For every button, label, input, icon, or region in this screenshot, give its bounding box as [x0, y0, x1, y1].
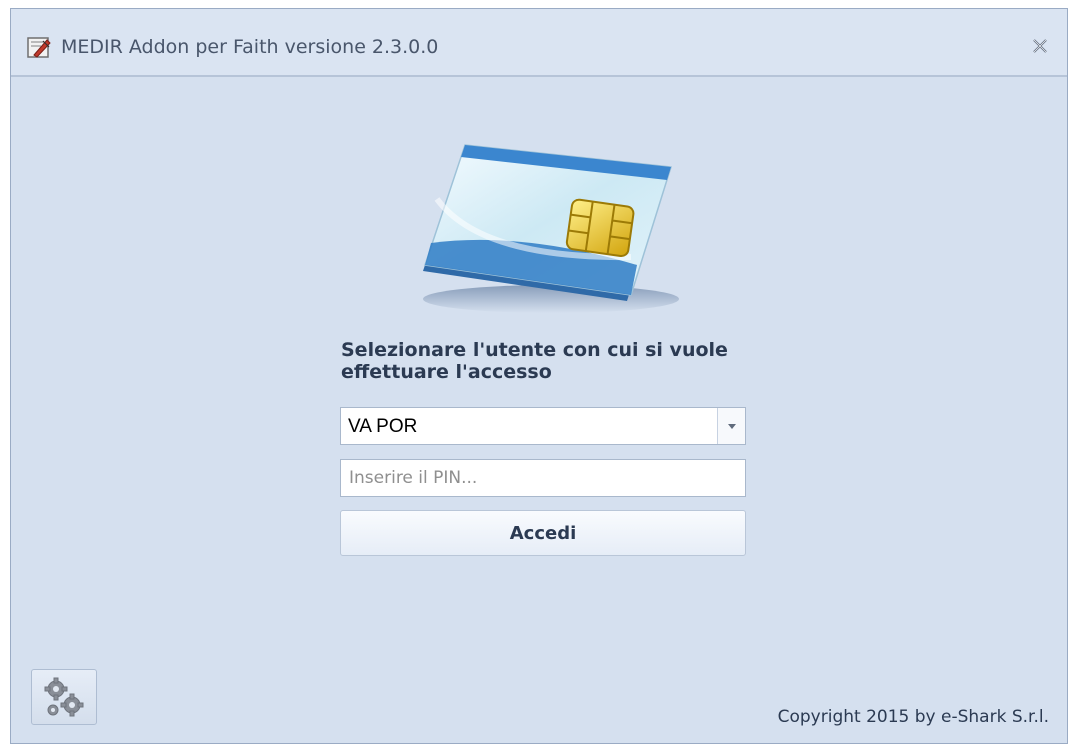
user-select-value: VA POR: [348, 416, 418, 437]
window-title: MEDIR Addon per Faith versione 2.3.0.0: [61, 36, 439, 58]
app-logo-icon: [27, 37, 51, 58]
gears-icon: [44, 677, 84, 717]
user-select[interactable]: VA POR: [340, 407, 746, 445]
chevron-down-icon: [728, 424, 736, 429]
copyright-text: Copyright 2015 by e-Shark S.r.l.: [777, 707, 1049, 727]
close-icon[interactable]: [1031, 37, 1049, 55]
login-panel: Selezionare l'utente con cui si vuole ef…: [11, 77, 1067, 743]
title-bar: MEDIR Addon per Faith versione 2.3.0.0: [11, 9, 1067, 75]
settings-button[interactable]: [31, 669, 97, 725]
pin-input[interactable]: [340, 459, 746, 497]
login-heading: Selezionare l'utente con cui si vuole ef…: [341, 339, 728, 383]
login-window: MEDIR Addon per Faith versione 2.3.0.0 S…: [10, 8, 1068, 744]
user-select-dropdown-button[interactable]: [717, 408, 745, 444]
login-button[interactable]: Accedi: [340, 510, 746, 556]
smart-card-icon: [423, 144, 679, 313]
